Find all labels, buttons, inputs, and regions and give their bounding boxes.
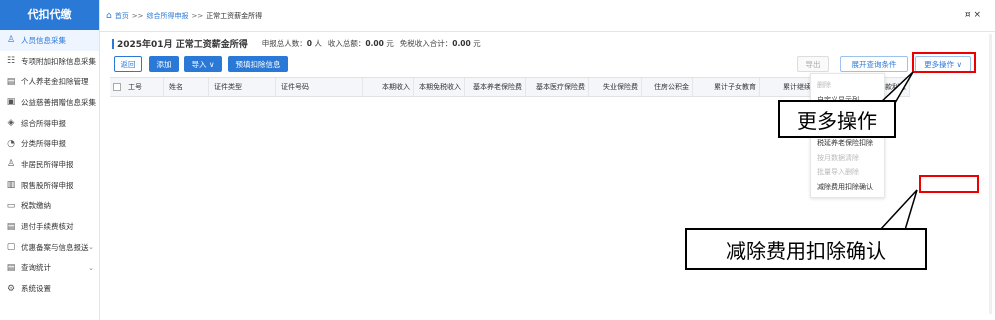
bar-chart-icon: ▥	[6, 180, 16, 191]
breadcrumb: ⌂ 首页 >> 综合所得申报 >> 正常工资薪金所得 ¤ ×	[100, 0, 995, 32]
checklist-icon: ▤	[6, 221, 16, 232]
sidebar-item-label: 系统设置	[21, 284, 51, 294]
dropdown-menu-item[interactable]: 税延养老保险扣除	[817, 138, 873, 148]
sidebar-item[interactable]: ♙ 非居民所得申报	[0, 154, 99, 175]
column-header[interactable]: 姓名	[165, 78, 209, 96]
user-outline-icon: ♙	[6, 159, 16, 170]
sidebar-item[interactable]: ▤ 查询统计 ⌄	[0, 258, 99, 279]
expand-query-button[interactable]: 展开查询条件	[840, 56, 908, 72]
sidebar-item[interactable]: ▢ 优惠备案与信息报送 ⌄	[0, 237, 99, 258]
breadcrumb-separator: >>	[131, 11, 144, 20]
dropdown-menu-item[interactable]: 批量导入删除	[817, 167, 859, 177]
deduction-confirm-highlight	[919, 175, 979, 193]
sidebar-item-label: 限售股所得申报	[21, 180, 74, 190]
dropdown-menu-item[interactable]: 减除费用扣除确认	[817, 182, 873, 192]
sidebar-item-label: 公益慈善捐赠信息采集	[21, 97, 96, 107]
add-button[interactable]: 添加	[149, 56, 179, 72]
breadcrumb-level1[interactable]: 综合所得申报	[146, 11, 188, 21]
page-header: 2025年01月 正常工资薪金所得 申报总人数：0 人 收入总额：0.00 元 …	[112, 37, 487, 50]
sidebar-brand: 代扣代缴	[0, 0, 99, 30]
column-header[interactable]: 住房公积金	[643, 78, 693, 96]
sidebar-item[interactable]: ◈ 综合所得申报	[0, 113, 99, 134]
sidebar-item[interactable]: ◔ 分类所得申报	[0, 133, 99, 154]
sidebar-item[interactable]: ▤ 个人养老金扣除管理	[0, 71, 99, 92]
callout-more-operations: 更多操作	[778, 100, 896, 138]
column-header[interactable]: 失业保险费	[590, 78, 642, 96]
stat-total-income: 收入总额：0.00 元	[327, 39, 394, 48]
sidebar-item[interactable]: ⚙ 系统设置	[0, 278, 99, 299]
callout-deduction-confirm: 减除费用扣除确认	[685, 228, 927, 270]
dropdown-menu-item[interactable]: 按月数据清除	[817, 153, 859, 163]
scrollbar[interactable]	[989, 34, 992, 314]
sidebar-item-label: 非居民所得申报	[21, 159, 74, 169]
home-icon[interactable]: ⌂	[106, 11, 112, 21]
stat-tax-free-income: 免税收入合计：0.00 元	[399, 39, 481, 48]
table-header: 工号 姓名 证件类型 证件号码 本期收入 本期免税收入 基本养老保险费 基本医疗…	[110, 77, 910, 97]
sidebar-item-label: 优惠备案与信息报送	[21, 242, 89, 252]
import-button[interactable]: 导入 ∨	[184, 56, 222, 72]
column-header[interactable]: 基本医疗保险费	[527, 78, 589, 96]
donation-icon: ▣	[6, 97, 16, 108]
person-icon: ♙	[6, 35, 16, 46]
chevron-down-icon[interactable]: ⌄	[88, 243, 94, 251]
sidebar-item-label: 人员信息采集	[21, 35, 66, 45]
sidebar-item-label: 退付手续费核对	[21, 222, 74, 232]
grid-list-icon: ☷	[6, 56, 16, 67]
page-title: 2025年01月 正常工资薪金所得	[117, 40, 248, 50]
sidebar-item[interactable]: ▣ 公益慈善捐赠信息采集	[0, 92, 99, 113]
sidebar-item[interactable]: ▥ 限售股所得申报	[0, 175, 99, 196]
column-header[interactable]: 证件类型	[210, 78, 276, 96]
sidebar-item-label: 查询统计	[21, 263, 51, 273]
filing-icon: ▢	[6, 242, 16, 253]
more-actions-highlight	[912, 52, 976, 73]
breadcrumb-current: 正常工资薪金所得	[206, 11, 263, 20]
sidebar-item[interactable]: ▤ 退付手续费核对	[0, 216, 99, 237]
sidebar-item[interactable]: ▭ 税款缴纳	[0, 196, 99, 217]
sidebar-item[interactable]: ♙ 人员信息采集	[0, 30, 99, 51]
select-all-checkbox[interactable]	[113, 83, 121, 91]
export-button[interactable]: 导出	[797, 56, 829, 72]
sidebar-item[interactable]: ☷ 专项附加扣除信息采集	[0, 51, 99, 72]
pie-icon: ◔	[7, 138, 15, 149]
layers-icon: ◈	[7, 118, 15, 129]
prefill-deduction-button[interactable]: 预填扣除信息	[228, 56, 288, 72]
sidebar-item-label: 分类所得申报	[21, 139, 66, 149]
column-header[interactable]: 基本养老保险费	[466, 78, 526, 96]
sidebar-item-label: 个人养老金扣除管理	[21, 77, 89, 87]
stat-total-people: 申报总人数：0 人	[261, 39, 322, 48]
column-header[interactable]: 本期收入	[364, 78, 414, 96]
back-button[interactable]: 返回	[114, 56, 142, 72]
breadcrumb-home[interactable]: 首页	[115, 11, 129, 21]
folder-icon: ▭	[6, 200, 16, 211]
column-header[interactable]: 工号	[124, 78, 164, 96]
close-icon[interactable]: ¤ ×	[965, 10, 981, 20]
sidebar: 代扣代缴 ♙ 人员信息采集 ☷ 专项附加扣除信息采集 ▤ 个人养老金扣除管理 ▣ 公益慈善捐赠…	[0, 0, 100, 320]
column-header[interactable]: 本期免税收入	[415, 78, 465, 96]
dropdown-menu-item[interactable]: 删除	[817, 80, 831, 90]
query-icon: ▤	[6, 262, 16, 273]
sidebar-item-label: 综合所得申报	[21, 118, 66, 128]
sidebar-item-label: 税款缴纳	[21, 201, 51, 211]
title-accent-bar	[112, 38, 114, 49]
sidebar-item-label: 专项附加扣除信息采集	[21, 56, 96, 66]
chevron-down-icon[interactable]: ⌄	[88, 264, 94, 272]
document-icon: ▤	[6, 76, 16, 87]
gear-icon: ⚙	[6, 283, 16, 294]
column-header[interactable]: 证件号码	[277, 78, 363, 96]
column-header[interactable]: 累计子女教育	[694, 78, 760, 96]
breadcrumb-separator: >>	[191, 11, 204, 20]
